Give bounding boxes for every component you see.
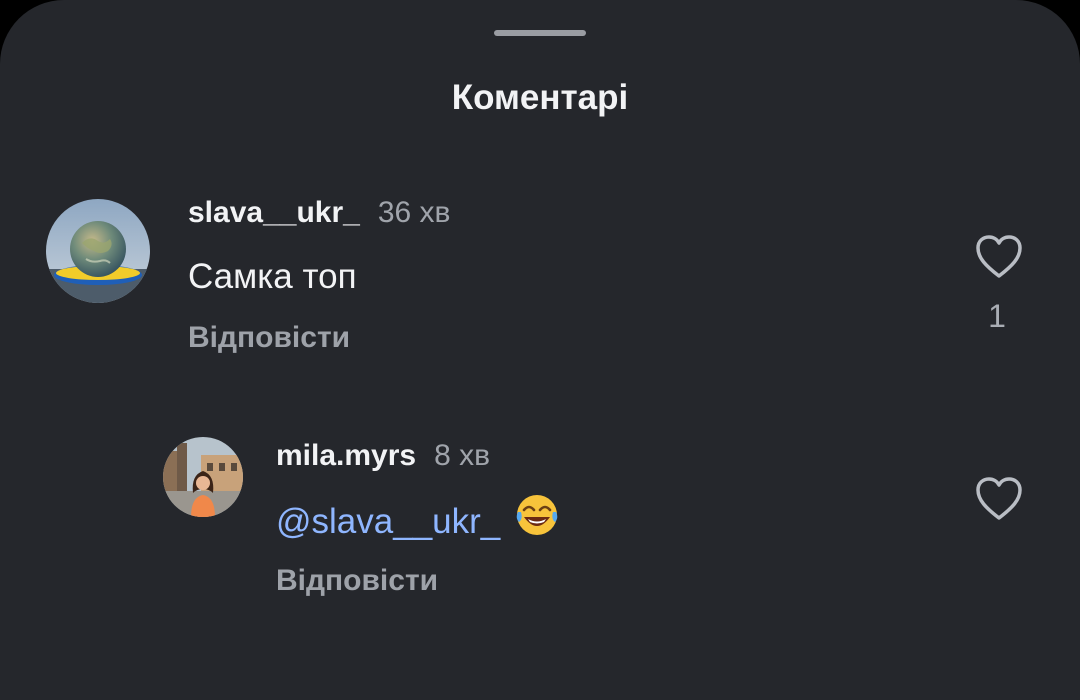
mention-link[interactable]: @slava__ukr_ xyxy=(276,502,500,541)
avatar-globe-image xyxy=(46,199,150,303)
comment-text: Самка топ xyxy=(188,257,357,296)
comment-text: @slava__ukr_ xyxy=(276,495,560,549)
timestamp: 36 хв xyxy=(377,196,451,229)
face-with-tears-of-joy-icon xyxy=(514,492,560,549)
like-button[interactable] xyxy=(974,234,1024,280)
sheet-title: Коментарі xyxy=(451,78,629,117)
username[interactable]: mila.myrs xyxy=(276,439,416,472)
drag-handle[interactable] xyxy=(494,30,586,36)
reply-button[interactable]: Відповісти xyxy=(276,561,438,601)
avatar-photo-image xyxy=(163,437,243,517)
avatar[interactable] xyxy=(163,437,243,517)
comment-header: mila.myrs 8 хв xyxy=(276,436,490,481)
heart-outline-icon xyxy=(976,235,1022,278)
avatar[interactable] xyxy=(46,199,150,303)
comment-header: slava__ukr_ 36 хв xyxy=(188,193,450,238)
reply-button[interactable]: Відповісти xyxy=(188,318,350,358)
timestamp: 8 хв xyxy=(434,439,491,472)
like-button[interactable] xyxy=(974,476,1024,522)
like-count: 1 xyxy=(988,298,1006,334)
username[interactable]: slava__ukr_ xyxy=(188,196,360,229)
heart-outline-icon xyxy=(976,477,1022,520)
comments-sheet: Коментарі slava__ukr_ 36 хв Самка топ Ві… xyxy=(0,0,1080,700)
